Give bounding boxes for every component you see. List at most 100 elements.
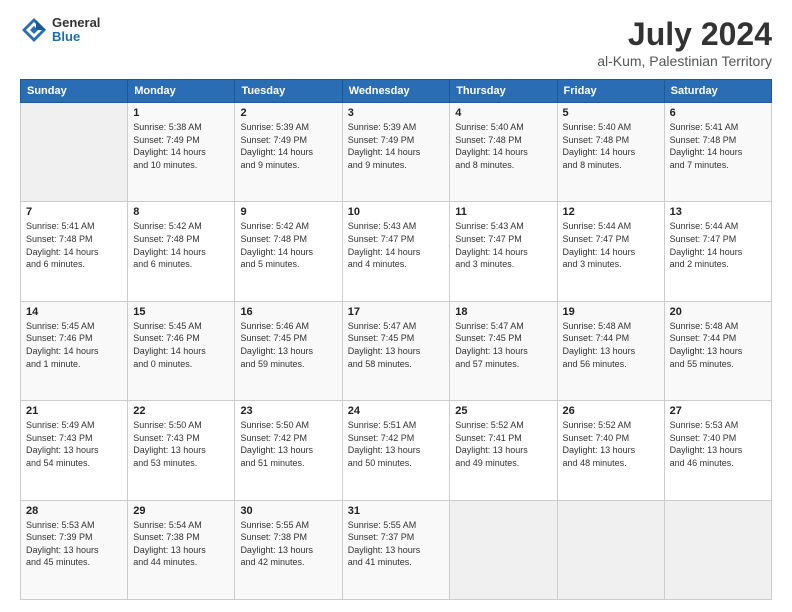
day-number: 6 <box>670 107 766 119</box>
calendar-table: SundayMondayTuesdayWednesdayThursdayFrid… <box>20 79 772 600</box>
day-number: 22 <box>133 405 229 417</box>
day-info: Sunrise: 5:48 AMSunset: 7:44 PMDaylight:… <box>670 320 766 370</box>
logo-icon <box>20 16 48 44</box>
day-info: Sunrise: 5:54 AMSunset: 7:38 PMDaylight:… <box>133 519 229 569</box>
calendar-cell: 17 Sunrise: 5:47 AMSunset: 7:45 PMDayligh… <box>342 301 450 400</box>
weekday-header: Wednesday <box>342 80 450 103</box>
calendar-cell <box>664 500 771 599</box>
logo-general: General <box>52 16 100 30</box>
calendar-cell: 31 Sunrise: 5:55 AMSunset: 7:37 PMDayligh… <box>342 500 450 599</box>
day-info: Sunrise: 5:55 AMSunset: 7:38 PMDaylight:… <box>240 519 336 569</box>
day-info: Sunrise: 5:40 AMSunset: 7:48 PMDaylight:… <box>455 121 551 171</box>
day-number: 1 <box>133 107 229 119</box>
day-number: 29 <box>133 505 229 517</box>
day-number: 17 <box>348 306 445 318</box>
calendar-cell: 21 Sunrise: 5:49 AMSunset: 7:43 PMDayligh… <box>21 401 128 500</box>
calendar-cell: 11 Sunrise: 5:43 AMSunset: 7:47 PMDayligh… <box>450 202 557 301</box>
day-number: 9 <box>240 206 336 218</box>
day-info: Sunrise: 5:52 AMSunset: 7:41 PMDaylight:… <box>455 419 551 469</box>
day-info: Sunrise: 5:48 AMSunset: 7:44 PMDaylight:… <box>563 320 659 370</box>
location-title: al-Kum, Palestinian Territory <box>597 53 772 69</box>
day-number: 3 <box>348 107 445 119</box>
day-info: Sunrise: 5:38 AMSunset: 7:49 PMDaylight:… <box>133 121 229 171</box>
calendar-cell: 18Sunrise: 5:47 AMSunset: 7:45 PMDayligh… <box>450 301 557 400</box>
calendar-cell: 28 Sunrise: 5:53 AMSunset: 7:39 PMDayligh… <box>21 500 128 599</box>
calendar-week-row: 14 Sunrise: 5:45 AMSunset: 7:46 PMDayligh… <box>21 301 772 400</box>
day-info: Sunrise: 5:44 AMSunset: 7:47 PMDaylight:… <box>670 220 766 270</box>
day-info: Sunrise: 5:43 AMSunset: 7:47 PMDaylight:… <box>455 220 551 270</box>
calendar-page: General Blue July 2024 al-Kum, Palestini… <box>0 0 792 612</box>
day-number: 28 <box>26 505 122 517</box>
day-number: 18 <box>455 306 551 318</box>
day-number: 11 <box>455 206 551 218</box>
weekday-header: Monday <box>128 80 235 103</box>
calendar-cell <box>450 500 557 599</box>
calendar-cell: 24Sunrise: 5:51 AMSunset: 7:42 PMDayligh… <box>342 401 450 500</box>
day-info: Sunrise: 5:42 AMSunset: 7:48 PMDaylight:… <box>133 220 229 270</box>
calendar-cell: 7 Sunrise: 5:41 AMSunset: 7:48 PMDaylight… <box>21 202 128 301</box>
weekday-header: Sunday <box>21 80 128 103</box>
day-info: Sunrise: 5:50 AMSunset: 7:42 PMDaylight:… <box>240 419 336 469</box>
calendar-cell: 5Sunrise: 5:40 AMSunset: 7:48 PMDaylight… <box>557 103 664 202</box>
day-info: Sunrise: 5:50 AMSunset: 7:43 PMDaylight:… <box>133 419 229 469</box>
calendar-cell: 25 Sunrise: 5:52 AMSunset: 7:41 PMDayligh… <box>450 401 557 500</box>
day-number: 31 <box>348 505 445 517</box>
day-info: Sunrise: 5:53 AMSunset: 7:39 PMDaylight:… <box>26 519 122 569</box>
day-number: 21 <box>26 405 122 417</box>
calendar-cell: 14 Sunrise: 5:45 AMSunset: 7:46 PMDayligh… <box>21 301 128 400</box>
calendar-cell: 26Sunrise: 5:52 AMSunset: 7:40 PMDayligh… <box>557 401 664 500</box>
calendar-cell: 1 Sunrise: 5:38 AMSunset: 7:49 PMDaylight… <box>128 103 235 202</box>
calendar-header: SundayMondayTuesdayWednesdayThursdayFrid… <box>21 80 772 103</box>
day-number: 30 <box>240 505 336 517</box>
calendar-cell: 10Sunrise: 5:43 AMSunset: 7:47 PMDayligh… <box>342 202 450 301</box>
day-info: Sunrise: 5:45 AMSunset: 7:46 PMDaylight:… <box>26 320 122 370</box>
day-info: Sunrise: 5:53 AMSunset: 7:40 PMDaylight:… <box>670 419 766 469</box>
calendar-cell: 19 Sunrise: 5:48 AMSunset: 7:44 PMDayligh… <box>557 301 664 400</box>
calendar-cell <box>21 103 128 202</box>
calendar-cell: 22 Sunrise: 5:50 AMSunset: 7:43 PMDayligh… <box>128 401 235 500</box>
calendar-body: 1 Sunrise: 5:38 AMSunset: 7:49 PMDaylight… <box>21 103 772 600</box>
calendar-cell: 27 Sunrise: 5:53 AMSunset: 7:40 PMDayligh… <box>664 401 771 500</box>
calendar-cell: 15 Sunrise: 5:45 AMSunset: 7:46 PMDayligh… <box>128 301 235 400</box>
day-number: 19 <box>563 306 659 318</box>
calendar-cell: 20 Sunrise: 5:48 AMSunset: 7:44 PMDayligh… <box>664 301 771 400</box>
day-number: 14 <box>26 306 122 318</box>
day-info: Sunrise: 5:41 AMSunset: 7:48 PMDaylight:… <box>26 220 122 270</box>
logo: General Blue <box>20 16 100 45</box>
day-number: 7 <box>26 206 122 218</box>
day-info: Sunrise: 5:49 AMSunset: 7:43 PMDaylight:… <box>26 419 122 469</box>
day-number: 2 <box>240 107 336 119</box>
day-info: Sunrise: 5:52 AMSunset: 7:40 PMDaylight:… <box>563 419 659 469</box>
day-number: 15 <box>133 306 229 318</box>
day-info: Sunrise: 5:39 AMSunset: 7:49 PMDaylight:… <box>348 121 445 171</box>
weekday-row: SundayMondayTuesdayWednesdayThursdayFrid… <box>21 80 772 103</box>
header: General Blue July 2024 al-Kum, Palestini… <box>20 16 772 69</box>
day-info: Sunrise: 5:47 AMSunset: 7:45 PMDaylight:… <box>348 320 445 370</box>
day-number: 27 <box>670 405 766 417</box>
calendar-cell: 4 Sunrise: 5:40 AMSunset: 7:48 PMDaylight… <box>450 103 557 202</box>
calendar-week-row: 1 Sunrise: 5:38 AMSunset: 7:49 PMDaylight… <box>21 103 772 202</box>
calendar-cell: 30 Sunrise: 5:55 AMSunset: 7:38 PMDayligh… <box>235 500 342 599</box>
calendar-cell: 23Sunrise: 5:50 AMSunset: 7:42 PMDayligh… <box>235 401 342 500</box>
weekday-header: Thursday <box>450 80 557 103</box>
calendar-week-row: 28 Sunrise: 5:53 AMSunset: 7:39 PMDayligh… <box>21 500 772 599</box>
day-number: 25 <box>455 405 551 417</box>
day-number: 8 <box>133 206 229 218</box>
calendar-cell: 3 Sunrise: 5:39 AMSunset: 7:49 PMDaylight… <box>342 103 450 202</box>
day-info: Sunrise: 5:55 AMSunset: 7:37 PMDaylight:… <box>348 519 445 569</box>
calendar-cell: 2 Sunrise: 5:39 AMSunset: 7:49 PMDaylight… <box>235 103 342 202</box>
day-info: Sunrise: 5:43 AMSunset: 7:47 PMDaylight:… <box>348 220 445 270</box>
day-info: Sunrise: 5:41 AMSunset: 7:48 PMDaylight:… <box>670 121 766 171</box>
day-number: 16 <box>240 306 336 318</box>
calendar-cell: 29 Sunrise: 5:54 AMSunset: 7:38 PMDayligh… <box>128 500 235 599</box>
day-number: 4 <box>455 107 551 119</box>
logo-blue: Blue <box>52 30 100 44</box>
day-info: Sunrise: 5:45 AMSunset: 7:46 PMDaylight:… <box>133 320 229 370</box>
day-info: Sunrise: 5:39 AMSunset: 7:49 PMDaylight:… <box>240 121 336 171</box>
weekday-header: Saturday <box>664 80 771 103</box>
day-number: 5 <box>563 107 659 119</box>
title-block: July 2024 al-Kum, Palestinian Territory <box>597 16 772 69</box>
calendar-week-row: 7 Sunrise: 5:41 AMSunset: 7:48 PMDaylight… <box>21 202 772 301</box>
day-number: 20 <box>670 306 766 318</box>
calendar-cell: 6 Sunrise: 5:41 AMSunset: 7:48 PMDaylight… <box>664 103 771 202</box>
